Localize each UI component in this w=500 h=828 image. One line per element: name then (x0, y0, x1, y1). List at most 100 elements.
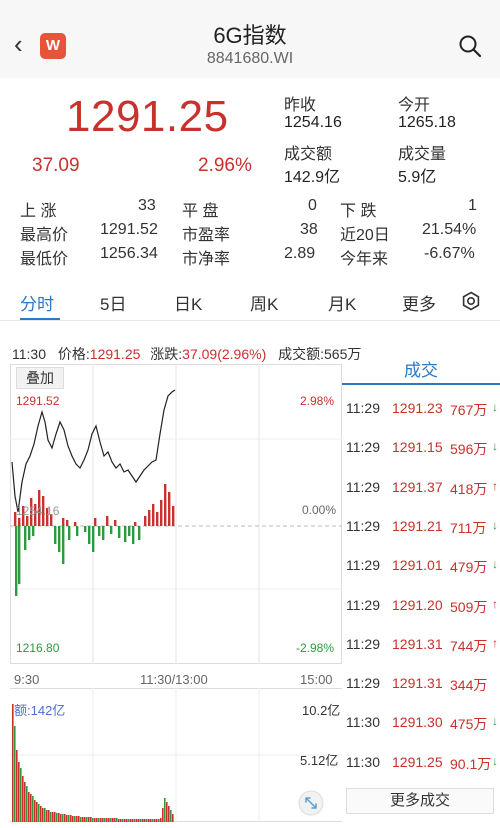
trades-header[interactable]: 成交 (342, 356, 500, 386)
volume-bar-up (156, 512, 159, 526)
period-tabs: 分时 5日 日K 周K 月K 更多 (0, 286, 500, 321)
volume-bar-up (106, 516, 109, 526)
volume-bar-up (160, 500, 163, 526)
turnover-bar (46, 810, 48, 822)
turnover-bar (142, 819, 144, 822)
trade-volume: 90.1万 (450, 755, 492, 772)
info-time: 11:30 (12, 346, 46, 362)
stat-label: 今年来 (340, 251, 389, 268)
turnover-bar (24, 782, 26, 822)
volume-max-label: 10.2亿 (302, 703, 341, 718)
turnover-bar (98, 818, 100, 822)
turnover-bar (76, 816, 78, 822)
arrow-up-icon: ↑ (492, 596, 498, 611)
turnover-bar (102, 818, 104, 822)
turnover-bar (168, 806, 170, 822)
tab-monthly-k[interactable]: 月K (328, 290, 356, 315)
turnover-bar (148, 819, 150, 822)
volume-bar-up (152, 504, 155, 526)
tab-5day[interactable]: 5日 (100, 290, 126, 315)
turnover-bar (40, 806, 42, 822)
stat-value: 1291.52 (100, 221, 158, 238)
turnover-bar (66, 815, 68, 822)
more-trades-button[interactable]: 更多成交 (346, 788, 494, 814)
prev-close-label: 昨收 (284, 97, 317, 114)
page-title: 6G指数 (213, 23, 287, 48)
arrow-down-icon: ↓ (492, 400, 498, 414)
volume-mid-label: 5.12亿 (300, 753, 339, 768)
divider (0, 320, 500, 321)
time-axis-mid: 11:30/13:00 (140, 672, 208, 687)
price-change: 37.09 (32, 155, 80, 176)
turnover-bar (134, 819, 136, 822)
volume-bar-up (74, 522, 77, 526)
tab-daily-k[interactable]: 日K (174, 290, 202, 315)
zero-pct-label: 0.00% (302, 503, 337, 517)
volume-bar-up (134, 522, 137, 526)
trade-time: 11:29 (346, 478, 380, 495)
turnover-bar (166, 802, 168, 822)
volume-bar-down (84, 526, 87, 532)
turnover-bar (154, 819, 156, 822)
volume-bar-up (144, 516, 147, 526)
min-price-label: 1216.80 (16, 641, 60, 655)
trade-price: 1291.31 (392, 675, 443, 692)
tab-more[interactable]: 更多 (402, 290, 436, 315)
volume-bar-up (164, 484, 167, 526)
volume-bar-down (124, 526, 127, 542)
turnover-bar (62, 814, 64, 822)
intraday-chart[interactable] (10, 364, 342, 664)
trade-volume: 418万 (450, 480, 488, 497)
arrow-down-icon: ↓ (492, 557, 498, 572)
search-icon[interactable] (458, 34, 482, 58)
turnover-bar (114, 818, 116, 822)
turnover-bar (92, 818, 94, 822)
volume-bar-down (138, 526, 141, 540)
trade-time: 11:30 (346, 753, 380, 770)
turnover-bar (14, 726, 16, 822)
turnover-bar (34, 800, 36, 822)
gear-icon[interactable] (461, 291, 481, 311)
turnover-bar (36, 802, 38, 822)
trade-price: 1291.23 (392, 400, 443, 416)
expand-icon[interactable] (298, 790, 324, 816)
turnover-bar (60, 814, 62, 822)
volume-value: 5.9亿 (398, 169, 437, 186)
volume-bar-down (24, 526, 27, 550)
turnover-bar (158, 819, 160, 822)
turnover-bar (32, 796, 34, 822)
max-price-label: 1291.52 (16, 394, 60, 408)
app-header: ‹ W 6G指数 8841680.WI (0, 0, 500, 78)
trade-price: 1291.01 (392, 557, 443, 574)
volume-bar-down (58, 526, 61, 552)
turnover-bar (30, 794, 32, 822)
turnover-bar (26, 786, 28, 822)
index-code: 8841680.WI (206, 50, 294, 67)
trade-time: 11:29 (346, 400, 380, 416)
turnover-bar (68, 815, 70, 822)
turnover-bar (70, 815, 72, 822)
stat-label: 近20日 (340, 227, 390, 244)
turnover-bar (18, 762, 20, 822)
mid-price-label: 1254.16 (16, 504, 60, 518)
turnover-label: 成交额 (284, 146, 333, 163)
turnover-bar (72, 816, 74, 822)
turnover-bar (152, 819, 154, 822)
trade-time: 11:29 (346, 635, 380, 652)
trade-price: 1291.15 (392, 439, 443, 456)
turnover-bar (52, 812, 54, 822)
turnover-bar (150, 819, 152, 822)
turnover-bar (128, 819, 130, 822)
volume-bar-down (28, 526, 31, 540)
overlay-button[interactable]: 叠加 (16, 367, 64, 389)
turnover-bar (118, 819, 120, 822)
tab-intraday[interactable]: 分时 (20, 290, 54, 315)
turnover-bar (126, 819, 128, 822)
turnover-bar (104, 818, 106, 822)
tab-weekly-k[interactable]: 周K (250, 290, 278, 315)
volume-bar-up (114, 520, 117, 526)
turnover-bar (162, 808, 164, 822)
stat-label: 平 盘 (182, 203, 219, 220)
turnover-bar (160, 818, 162, 822)
turnover-bar (144, 819, 146, 822)
